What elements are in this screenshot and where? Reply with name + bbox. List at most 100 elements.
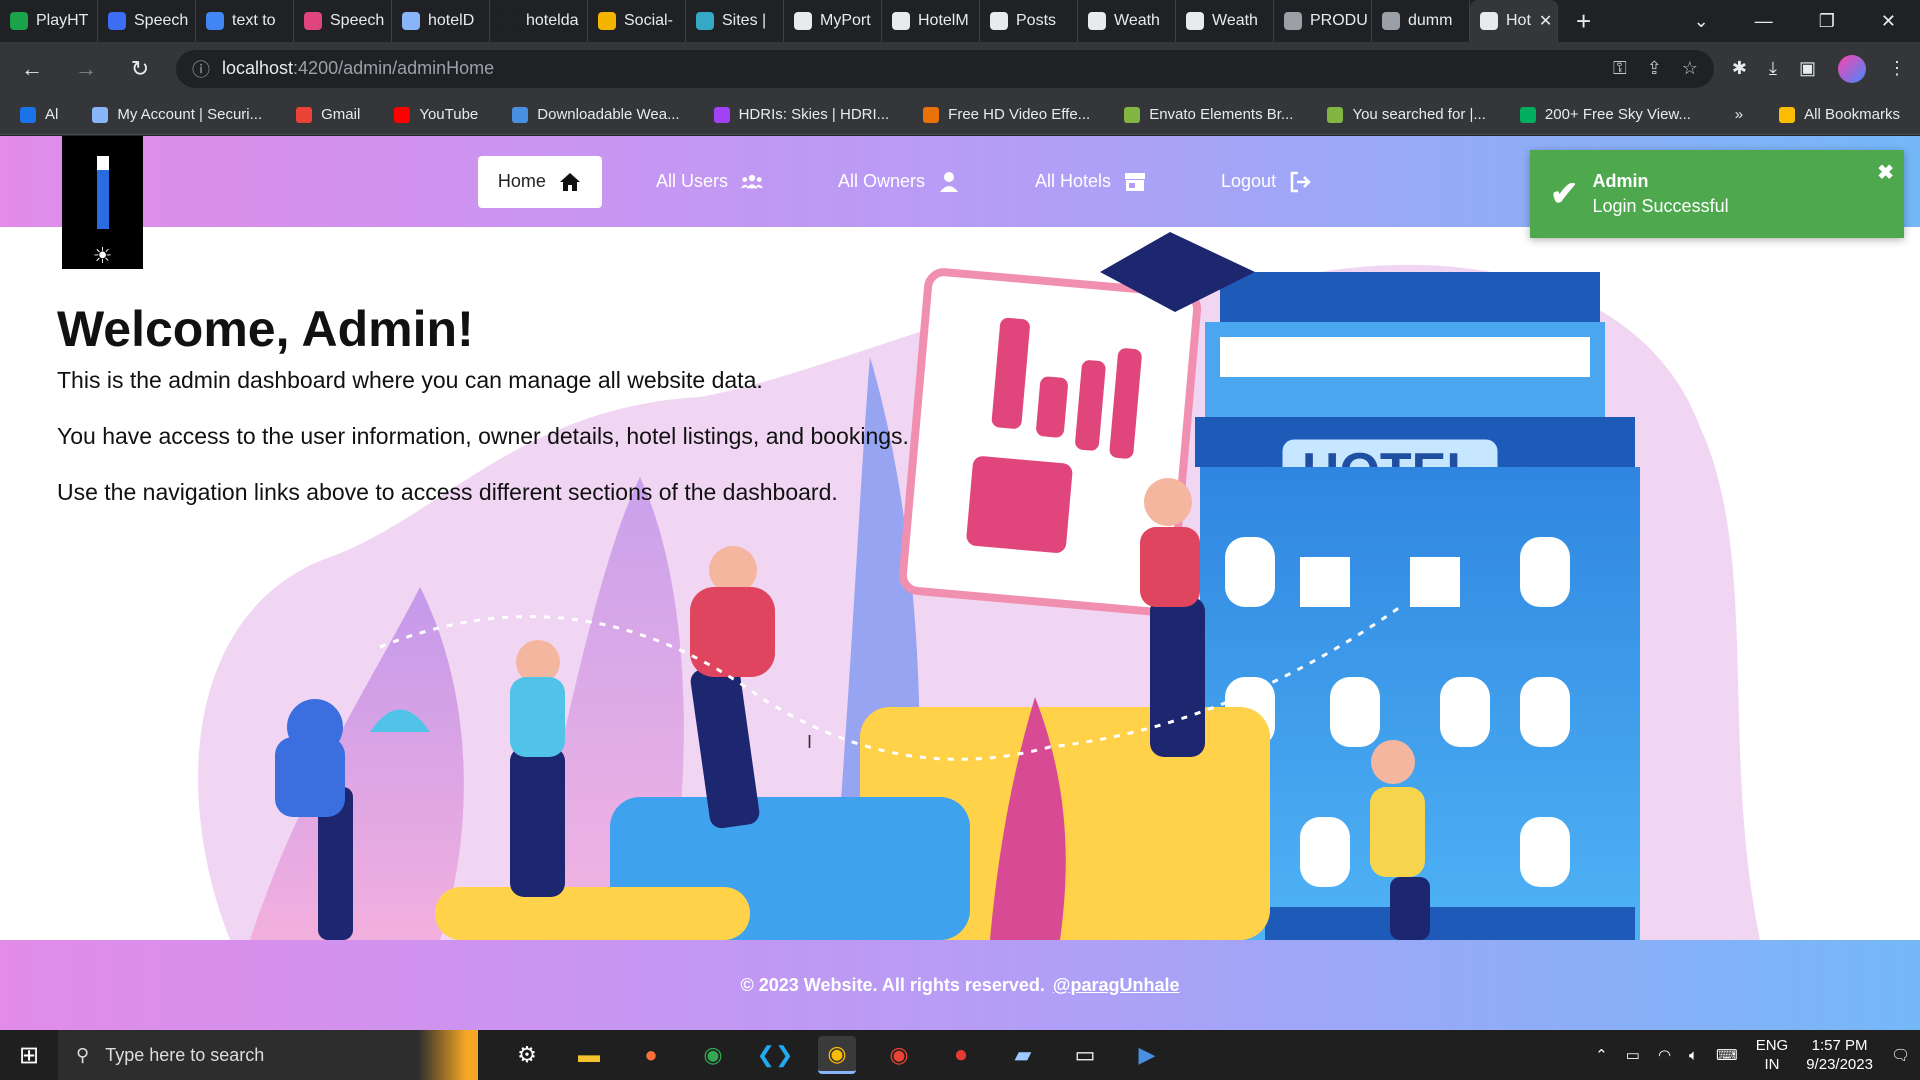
bookmark-item[interactable]: You searched for |... xyxy=(1327,106,1486,123)
bookmark-item[interactable]: Gmail xyxy=(296,106,360,123)
reload-icon[interactable]: ↻ xyxy=(122,56,158,82)
language-indicator[interactable]: ENG IN xyxy=(1756,1036,1789,1075)
file-explorer-icon[interactable]: ▬ xyxy=(570,1036,608,1074)
keyboard-icon[interactable]: ⌨ xyxy=(1716,1046,1738,1064)
new-tab-button[interactable]: + xyxy=(1558,6,1609,37)
browser-tab[interactable]: Social- xyxy=(588,0,686,42)
bookmark-star-icon[interactable]: ☆ xyxy=(1682,58,1698,79)
tab-label: PlayHT xyxy=(36,12,89,29)
tab-favicon-icon xyxy=(500,12,518,30)
nav-all-owners[interactable]: All Owners xyxy=(818,156,981,208)
bookmark-item[interactable]: Downloadable Wea... xyxy=(512,106,680,123)
tab-label: dumm xyxy=(1408,12,1453,29)
browser-tab[interactable]: PRODU xyxy=(1274,0,1372,42)
bookmark-favicon-icon xyxy=(92,106,109,123)
all-bookmarks-folder[interactable]: All Bookmarks xyxy=(1779,106,1900,123)
extensions-icon[interactable]: ✱ xyxy=(1732,58,1747,79)
tab-active[interactable]: Hot ✕ xyxy=(1470,0,1558,42)
bookmark-item[interactable]: My Account | Securi... xyxy=(92,106,262,123)
browser-tab[interactable]: Speech xyxy=(98,0,196,42)
nav-all-users[interactable]: All Users xyxy=(636,156,784,208)
notes-app-icon[interactable]: ▰ xyxy=(1004,1036,1042,1074)
browser-tab[interactable]: MyPort xyxy=(784,0,882,42)
clock-date: 9/23/2023 xyxy=(1806,1056,1873,1073)
terminal-icon[interactable]: ▭ xyxy=(1066,1036,1104,1074)
bookmark-item[interactable]: Free HD Video Effe... xyxy=(923,106,1090,123)
window-controls: ⌄ — ❐ ✕ xyxy=(1694,11,1920,32)
url-path: :4200/admin/adminHome xyxy=(293,58,495,78)
browser-tab[interactable]: Posts xyxy=(980,0,1078,42)
toast-title: Admin xyxy=(1592,171,1649,191)
browser-tab[interactable]: Speech xyxy=(294,0,392,42)
chrome-icon[interactable]: ◉ xyxy=(694,1036,732,1074)
windows-start-icon[interactable]: ⊞ xyxy=(0,1041,58,1070)
close-tab-icon[interactable]: ✕ xyxy=(1539,11,1552,31)
close-icon[interactable]: ✖ xyxy=(1877,160,1894,185)
bookmark-item[interactable]: 200+ Free Sky View... xyxy=(1519,106,1691,123)
region-code: IN xyxy=(1764,1056,1780,1073)
close-window-icon[interactable]: ✕ xyxy=(1881,11,1896,32)
browser-tab[interactable]: text to xyxy=(196,0,294,42)
url-field[interactable]: ⓘ localhost:4200/admin/adminHome ⚿ ⇪ ☆ xyxy=(176,49,1714,88)
bookmark-item[interactable]: Al xyxy=(20,106,58,123)
bookmark-label: YouTube xyxy=(419,106,479,123)
browser-tab[interactable]: HotelM xyxy=(882,0,980,42)
show-hidden-icons-icon[interactable]: ⌃ xyxy=(1595,1046,1608,1064)
brightness-slider[interactable] xyxy=(96,156,109,229)
menu-icon[interactable]: ⋮ xyxy=(1888,58,1906,79)
nav-home[interactable]: Home xyxy=(477,155,602,208)
wifi-icon[interactable]: ◠ xyxy=(1658,1046,1671,1064)
tab-label: Speech xyxy=(134,12,189,29)
settings-icon[interactable]: ⚙ xyxy=(508,1036,546,1074)
minimize-icon[interactable]: — xyxy=(1755,11,1773,32)
vscode-icon[interactable]: ❮❯ xyxy=(756,1036,794,1074)
record-icon[interactable]: ⏺ xyxy=(942,1036,980,1074)
download-icon[interactable]: ⤓ xyxy=(1769,58,1777,79)
login-toast[interactable]: ✔ Admin Login Successful ✖ xyxy=(1530,150,1904,238)
browser-tab[interactable]: dumm xyxy=(1372,0,1470,42)
chrome-active-icon[interactable]: ◉ xyxy=(818,1036,856,1074)
store-icon xyxy=(1125,172,1146,191)
profile-avatar[interactable] xyxy=(1838,54,1866,83)
welcome-heading: Welcome, Admin! xyxy=(57,301,474,357)
tab-label: text to xyxy=(232,12,276,29)
tab-label: Sites | xyxy=(722,12,767,29)
browser-tab[interactable]: PlayHT xyxy=(0,0,98,42)
nav-all-hotels[interactable]: All Hotels xyxy=(1015,156,1167,208)
taskbar-clock[interactable]: 1:57 PM 9/23/2023 xyxy=(1806,1036,1873,1075)
firefox-icon[interactable]: ● xyxy=(632,1036,670,1074)
taskbar-search[interactable]: ⚲ Type here to search xyxy=(58,1030,418,1080)
tab-search-icon[interactable]: ⌄ xyxy=(1694,11,1709,32)
taskbar-search-placeholder: Type here to search xyxy=(105,1044,265,1065)
browser-tab[interactable]: Weath xyxy=(1176,0,1274,42)
bookmark-item[interactable]: Envato Elements Br... xyxy=(1124,106,1293,123)
tab-label: hotelda xyxy=(526,12,579,29)
bookmark-item[interactable]: HDRIs: Skies | HDRI... xyxy=(713,106,889,123)
bookmark-favicon-icon xyxy=(296,106,313,123)
bookmark-label: My Account | Securi... xyxy=(117,106,263,123)
welcome-text-3: Use the navigation links above to access… xyxy=(57,478,838,505)
restore-icon[interactable]: ❐ xyxy=(1819,11,1835,32)
more-bookmarks-icon[interactable]: » xyxy=(1735,106,1743,123)
password-key-icon[interactable]: ⚿ xyxy=(1613,58,1627,79)
lang-code: ENG xyxy=(1755,1036,1789,1054)
users-icon xyxy=(740,174,764,188)
battery-icon[interactable]: ▭ xyxy=(1626,1046,1640,1064)
video-editor-icon[interactable]: ▶ xyxy=(1128,1036,1166,1074)
browser-tab[interactable]: Sites | xyxy=(686,0,784,42)
browser-tab[interactable]: hotelD xyxy=(392,0,490,42)
share-icon[interactable]: ⇪ xyxy=(1647,58,1662,79)
tab-favicon-icon xyxy=(892,12,910,30)
bookmark-item[interactable]: YouTube xyxy=(394,106,478,123)
chrome-profile-icon[interactable]: ◉ xyxy=(880,1036,918,1074)
volume-icon[interactable]: 🔈︎ xyxy=(1689,1047,1698,1064)
site-info-icon[interactable]: ⓘ xyxy=(192,56,210,82)
forward-icon[interactable]: → xyxy=(68,56,104,82)
notifications-icon[interactable]: 🗨︎ xyxy=(1891,1046,1910,1064)
footer-handle-link[interactable]: @paragUnhale xyxy=(1053,975,1180,996)
back-icon[interactable]: ← xyxy=(14,56,50,82)
nav-logout[interactable]: Logout xyxy=(1201,156,1332,208)
browser-tab[interactable]: hotelda xyxy=(490,0,588,42)
browser-tab[interactable]: Weath xyxy=(1078,0,1176,42)
side-panel-icon[interactable]: ▣ xyxy=(1799,58,1816,79)
